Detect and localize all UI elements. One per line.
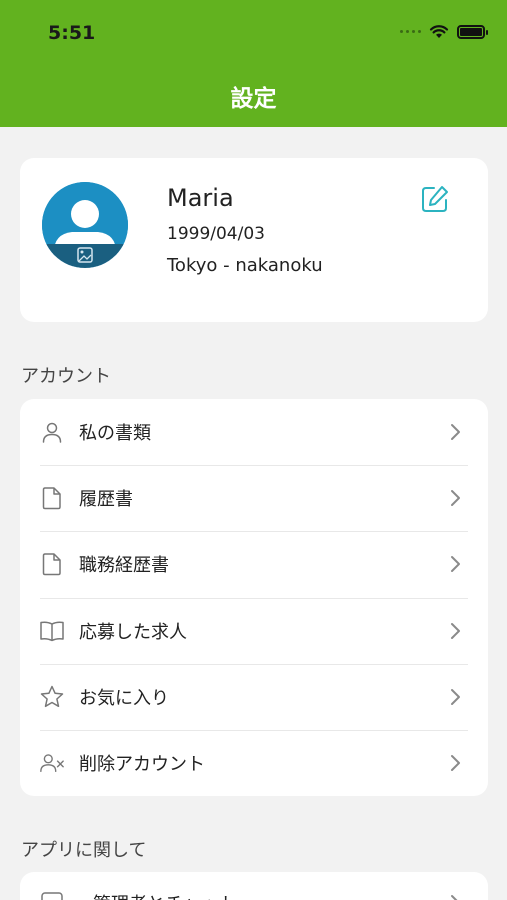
chevron-right-icon bbox=[451, 688, 460, 705]
list-item-label: 削除アカウント bbox=[79, 754, 205, 776]
list-item-work-history[interactable]: 職務経歴書 bbox=[20, 531, 488, 597]
app-header: 5:51 設定 bbox=[0, 0, 507, 127]
section-label-account: アカウント bbox=[21, 366, 111, 387]
person-icon bbox=[39, 419, 65, 445]
list-item-delete-account[interactable]: 削除アカウント bbox=[20, 729, 488, 796]
list-item-label: お気に入り bbox=[79, 687, 169, 709]
account-list: 私の書類 履歴書 職務経歴書 応募した求人 お気に入り 削除アカウント bbox=[20, 399, 488, 796]
profile-card[interactable]: Maria 1999/04/03 Tokyo - nakanoku bbox=[20, 158, 488, 322]
document-icon bbox=[39, 485, 65, 511]
list-item-label: 履歴書 bbox=[79, 489, 133, 511]
chevron-right-icon bbox=[451, 755, 460, 772]
chevron-right-icon bbox=[451, 490, 460, 507]
page-title: 設定 bbox=[230, 86, 277, 112]
list-item-favorites[interactable]: お気に入り bbox=[20, 663, 488, 730]
list-item-label: 私の書類 bbox=[79, 423, 151, 445]
list-item-label: 管理者とチャット bbox=[93, 890, 237, 900]
status-icons bbox=[400, 24, 488, 39]
list-item-my-documents[interactable]: 私の書類 bbox=[20, 399, 488, 465]
list-item-label: 職務経歴書 bbox=[79, 555, 169, 577]
list-item-resume[interactable]: 履歴書 bbox=[20, 465, 488, 531]
avatar[interactable] bbox=[42, 182, 128, 268]
list-item-label: 応募した求人 bbox=[79, 621, 187, 643]
chevron-right-icon bbox=[451, 622, 460, 639]
list-item-chat-admin[interactable]: 管理者とチャット bbox=[20, 872, 488, 900]
chevron-right-icon bbox=[451, 424, 460, 441]
profile-location: Tokyo - nakanoku bbox=[167, 255, 323, 276]
edit-icon bbox=[422, 186, 448, 212]
avatar-placeholder-icon bbox=[42, 182, 128, 268]
section-label-about-app: アプリに関して bbox=[21, 840, 147, 861]
star-icon bbox=[39, 684, 65, 710]
chevron-right-icon bbox=[451, 556, 460, 573]
edit-profile-button[interactable] bbox=[420, 184, 450, 214]
chat-icon bbox=[39, 888, 65, 900]
book-icon bbox=[39, 618, 65, 644]
list-item-applied-jobs[interactable]: 応募した求人 bbox=[20, 597, 488, 664]
chevron-right-icon bbox=[451, 895, 458, 900]
document-icon bbox=[39, 551, 65, 577]
remove-user-icon bbox=[39, 750, 65, 776]
wifi-icon bbox=[429, 25, 449, 38]
profile-birthdate: 1999/04/03 bbox=[167, 224, 265, 244]
about-app-list: 管理者とチャット bbox=[20, 872, 488, 900]
signal-icon bbox=[400, 30, 421, 33]
status-time: 5:51 bbox=[48, 22, 96, 44]
profile-name: Maria bbox=[167, 184, 234, 212]
battery-icon bbox=[457, 24, 488, 39]
